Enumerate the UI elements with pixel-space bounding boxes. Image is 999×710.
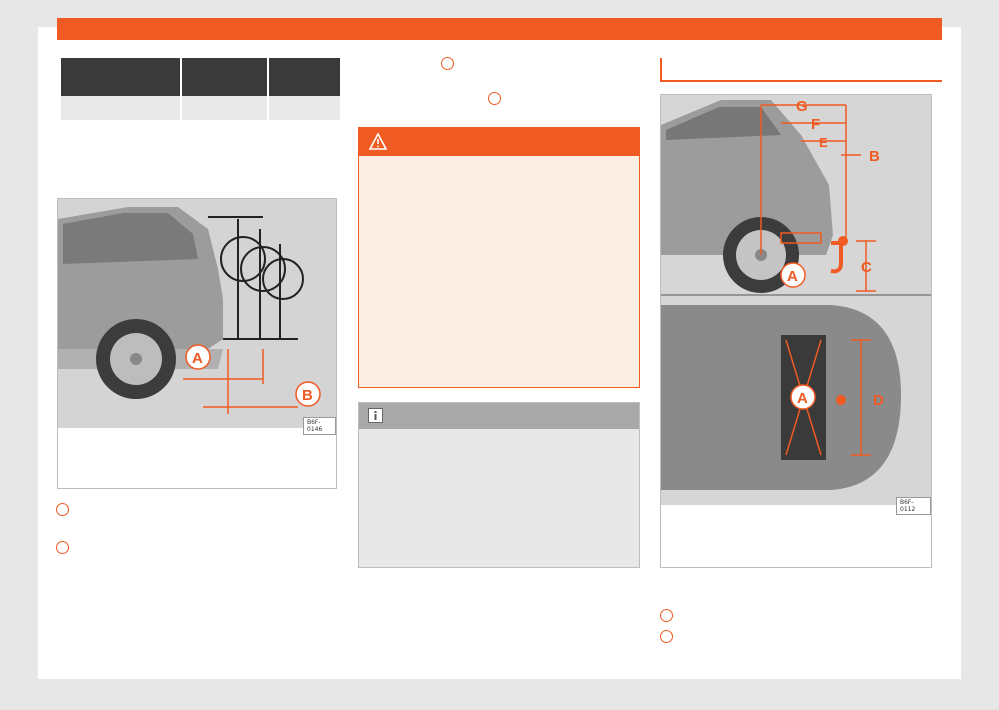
table-cell: [182, 96, 267, 120]
table-row: [61, 96, 340, 120]
figure-bike-rack: A B B6F-0146: [57, 198, 337, 489]
towbar-dimensions-illustration: G F E B C A A D: [661, 95, 931, 505]
table-cell: [61, 96, 180, 120]
figure-towbar-dimensions-image: G F E B C A A D: [661, 95, 931, 505]
table-header-row: [61, 58, 340, 96]
callout-a-label-side: A: [787, 268, 798, 285]
warning-box: [358, 127, 640, 388]
data-table: [59, 58, 342, 120]
dimension-g-label: G: [796, 98, 808, 115]
dimension-c-label: C: [861, 259, 872, 276]
table-cell: [269, 96, 340, 120]
section-heading-marker: [660, 58, 662, 81]
dimension-e-label: E: [819, 135, 828, 150]
bike-rack-illustration: A B: [58, 199, 336, 428]
dimension-f-label: F: [811, 116, 820, 133]
callout-circle: [56, 503, 69, 516]
info-box-header: [359, 403, 639, 429]
table-header-cell: [269, 58, 340, 96]
top-accent-bar: [57, 18, 942, 40]
callout-circle: [56, 541, 69, 554]
warning-box-header: [359, 128, 639, 156]
callout-circle: [660, 609, 673, 622]
callout-a-label-top: A: [797, 390, 808, 407]
figure-code: B6F-0146: [303, 417, 336, 435]
figure-towbar-dimensions: G F E B C A A D B6F-0112: [660, 94, 932, 568]
table-header-cell: [182, 58, 267, 96]
figure-code: B6F-0112: [896, 497, 931, 515]
callout-circle: [660, 630, 673, 643]
section-heading-rule: [660, 80, 942, 82]
table-header-cell: [61, 58, 180, 96]
callout-circle: [488, 92, 501, 105]
callout-circle: [441, 57, 454, 70]
figure-bike-rack-image: A B: [58, 199, 336, 428]
info-icon: [368, 408, 383, 423]
dimension-b-label: B: [869, 148, 880, 165]
callout-b-label: B: [302, 387, 313, 404]
warning-triangle-icon: [369, 133, 387, 150]
dimension-d-label: D: [873, 392, 884, 409]
info-box: [358, 402, 640, 568]
callout-a-label: A: [192, 350, 203, 367]
